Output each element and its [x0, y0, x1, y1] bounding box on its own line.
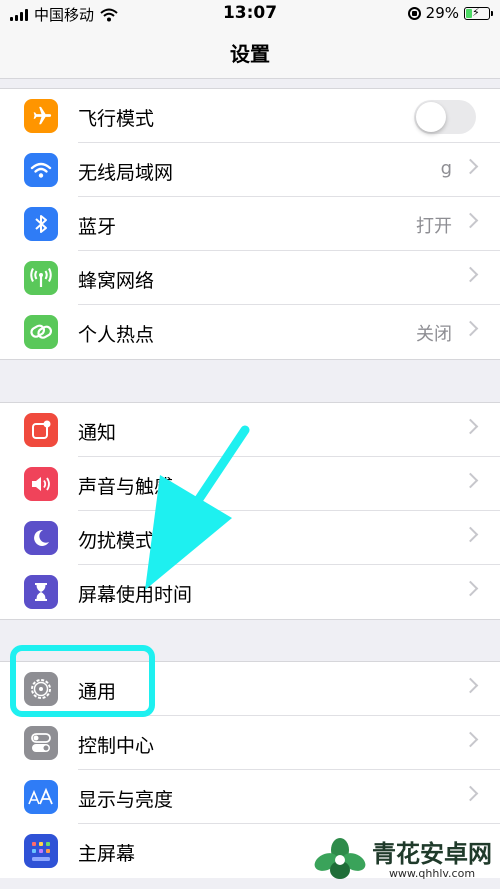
watermark-text: 青花安卓网 www.qhhlv.com — [372, 841, 492, 880]
watermark-logo-icon — [314, 838, 366, 879]
watermark-title: 青花安卓网 — [372, 839, 492, 868]
annotation-arrow — [145, 425, 250, 590]
watermark: 青花安卓网 www.qhhlv.com — [314, 836, 492, 884]
watermark-url: www.qhhlv.com — [388, 866, 476, 880]
